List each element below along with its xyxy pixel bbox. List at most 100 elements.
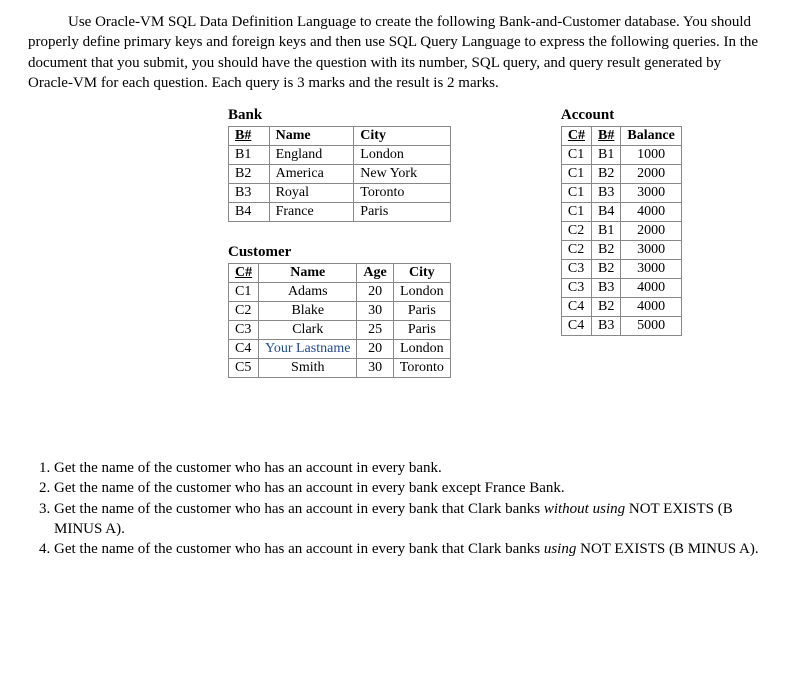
customer-cell-cnum: C1 [229, 283, 259, 302]
account-cell-bnum: B2 [592, 298, 621, 317]
question-2-text: Get the name of the customer who has an … [54, 480, 565, 496]
bank-cell-name: Royal [269, 184, 354, 203]
customer-cell-age: 20 [357, 340, 393, 359]
table-row: C2Blake30Paris [229, 302, 451, 321]
tables-area: Bank B# Name City B1EnglandLondonB2Ameri… [28, 103, 764, 378]
account-cell-bnum: B2 [592, 241, 621, 260]
question-4-text-italic: using [544, 541, 577, 557]
customer-cell-name: Smith [259, 359, 357, 378]
table-row: C1B44000 [561, 203, 681, 222]
bank-cell-name: America [269, 165, 354, 184]
customer-cell-name: Clark [259, 321, 357, 340]
account-cell-balance: 2000 [621, 165, 681, 184]
account-cell-cnum: C4 [561, 317, 591, 336]
customer-cell-city: London [393, 340, 450, 359]
account-cell-cnum: C2 [561, 241, 591, 260]
customer-cell-age: 30 [357, 359, 393, 378]
table-row: B1EnglandLondon [229, 146, 451, 165]
account-cell-balance: 3000 [621, 184, 681, 203]
account-cell-bnum: B4 [592, 203, 621, 222]
bank-cell-name: England [269, 146, 354, 165]
bank-table: B# Name City B1EnglandLondonB2AmericaNew… [228, 126, 451, 222]
account-block: Account C# B# Balance C1B11000C1B22000C1… [561, 103, 682, 378]
bank-block: Bank B# Name City B1EnglandLondonB2Ameri… [228, 103, 451, 222]
account-cell-balance: 3000 [621, 241, 681, 260]
customer-table: C# Name Age City C1Adams20LondonC2Blake3… [228, 263, 451, 378]
intro-paragraph: Use Oracle-VM SQL Data Definition Langua… [28, 12, 764, 93]
customer-cell-city: London [393, 283, 450, 302]
account-cell-balance: 1000 [621, 146, 681, 165]
question-1-text: Get the name of the customer who has an … [54, 460, 442, 476]
account-title: Account [561, 107, 682, 124]
table-row: B2AmericaNew York [229, 165, 451, 184]
table-row: C4Your Lastname20London [229, 340, 451, 359]
account-cell-bnum: B1 [592, 222, 621, 241]
question-1: Get the name of the customer who has an … [54, 458, 764, 478]
table-row: C1Adams20London [229, 283, 451, 302]
bank-cell-city: Toronto [354, 184, 451, 203]
account-cell-cnum: C3 [561, 260, 591, 279]
customer-cell-cnum: C3 [229, 321, 259, 340]
account-cell-balance: 4000 [621, 279, 681, 298]
account-cell-balance: 3000 [621, 260, 681, 279]
account-cell-cnum: C1 [561, 203, 591, 222]
question-3-text-a: Get the name of the customer who has an … [54, 501, 544, 517]
account-cell-cnum: C1 [561, 184, 591, 203]
table-row: C3Clark25Paris [229, 321, 451, 340]
question-4-text-a: Get the name of the customer who has an … [54, 541, 544, 557]
question-4-text-b: NOT EXISTS (B MINUS A). [576, 541, 758, 557]
bank-header-bnum: B# [229, 127, 270, 146]
question-2: Get the name of the customer who has an … [54, 478, 764, 498]
account-cell-bnum: B2 [592, 165, 621, 184]
bank-cell-bnum: B2 [229, 165, 270, 184]
table-row: C1B33000 [561, 184, 681, 203]
bank-cell-name: France [269, 203, 354, 222]
account-cell-bnum: B3 [592, 279, 621, 298]
table-row: C4B24000 [561, 298, 681, 317]
customer-block: Customer C# Name Age City C1Adams20Londo… [228, 240, 451, 378]
question-3: Get the name of the customer who has an … [54, 499, 764, 540]
account-header-bnum: B# [592, 127, 621, 146]
customer-cell-city: Paris [393, 321, 450, 340]
table-row: C1B11000 [561, 146, 681, 165]
customer-header-city: City [393, 264, 450, 283]
bank-header-city: City [354, 127, 451, 146]
account-table: C# B# Balance C1B11000C1B22000C1B33000C1… [561, 126, 682, 336]
account-cell-bnum: B3 [592, 184, 621, 203]
intro-text: Use Oracle-VM SQL Data Definition Langua… [28, 12, 764, 93]
customer-cell-age: 30 [357, 302, 393, 321]
bank-title: Bank [228, 107, 451, 124]
bank-cell-city: Paris [354, 203, 451, 222]
question-3-text-italic: without using [544, 501, 625, 517]
account-cell-cnum: C1 [561, 146, 591, 165]
account-cell-balance: 4000 [621, 203, 681, 222]
account-cell-bnum: B3 [592, 317, 621, 336]
account-cell-cnum: C4 [561, 298, 591, 317]
customer-cell-name: Your Lastname [259, 340, 357, 359]
bank-cell-bnum: B3 [229, 184, 270, 203]
account-header-balance: Balance [621, 127, 681, 146]
table-row: C1B22000 [561, 165, 681, 184]
bank-cell-city: London [354, 146, 451, 165]
customer-cell-cnum: C4 [229, 340, 259, 359]
table-row: C2B23000 [561, 241, 681, 260]
table-row: C3B34000 [561, 279, 681, 298]
account-cell-balance: 5000 [621, 317, 681, 336]
table-row: C3B23000 [561, 260, 681, 279]
customer-cell-cnum: C2 [229, 302, 259, 321]
customer-title: Customer [228, 244, 451, 261]
account-cell-bnum: B2 [592, 260, 621, 279]
question-4: Get the name of the customer who has an … [54, 539, 764, 559]
account-cell-cnum: C3 [561, 279, 591, 298]
table-row: C4B35000 [561, 317, 681, 336]
customer-cell-city: Toronto [393, 359, 450, 378]
customer-cell-age: 25 [357, 321, 393, 340]
customer-cell-age: 20 [357, 283, 393, 302]
account-cell-cnum: C1 [561, 165, 591, 184]
questions-block: Get the name of the customer who has an … [28, 458, 764, 559]
account-cell-balance: 2000 [621, 222, 681, 241]
customer-header-name: Name [259, 264, 357, 283]
account-cell-bnum: B1 [592, 146, 621, 165]
table-row: B3RoyalToronto [229, 184, 451, 203]
table-row: B4FranceParis [229, 203, 451, 222]
